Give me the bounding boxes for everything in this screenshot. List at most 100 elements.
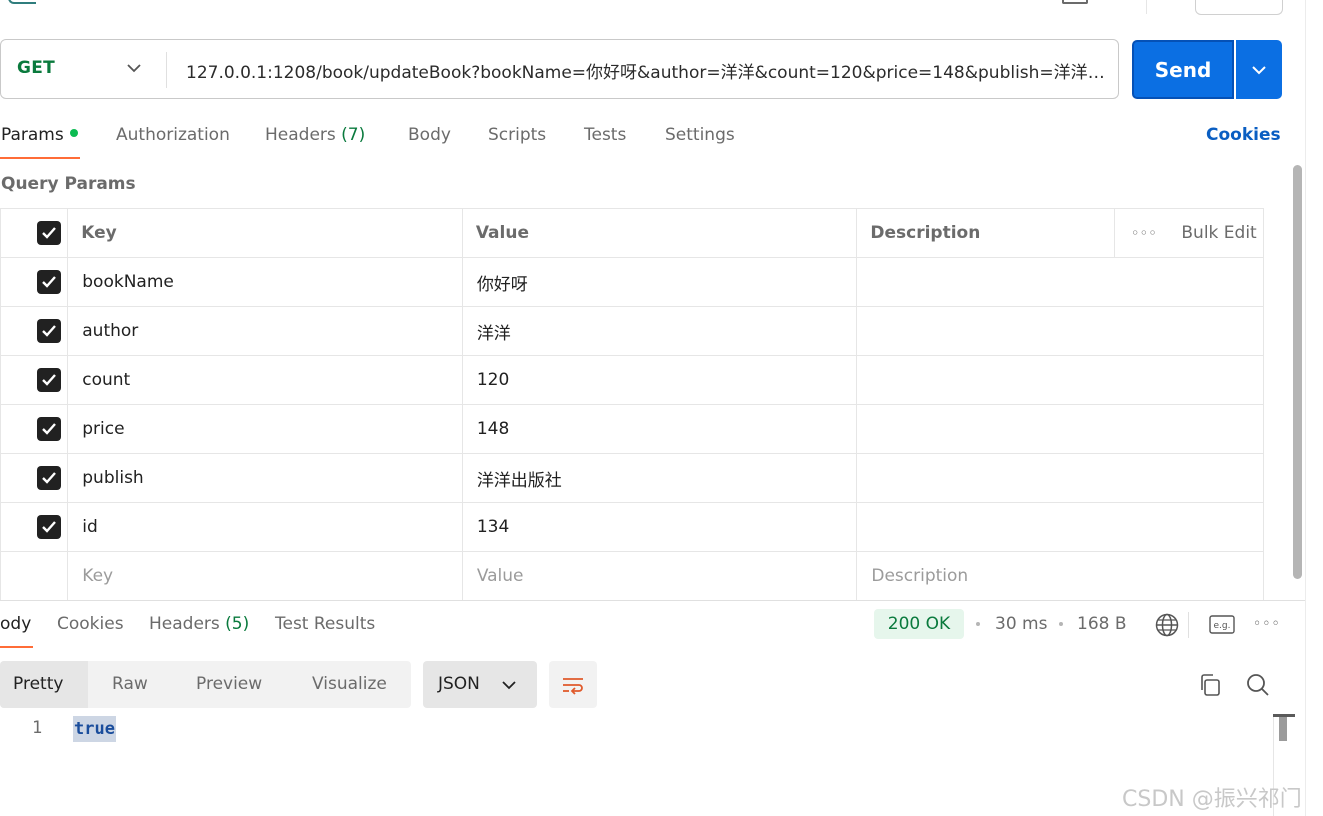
table-row: publish 洋洋出版社 [0,453,1264,503]
param-description[interactable] [856,306,1264,356]
send-options-button[interactable] [1236,40,1282,99]
column-description: Description [870,223,981,243]
new-description-input[interactable]: Description [857,566,968,586]
param-description[interactable] [856,355,1264,405]
chevron-down-icon[interactable] [126,62,142,74]
param-description[interactable] [856,453,1264,503]
column-value: Value [475,223,529,243]
tab-active-underline [0,157,80,159]
response-tab-headers[interactable]: Headers (5) [149,614,249,634]
param-description[interactable] [856,257,1264,307]
table-row: count 120 [0,355,1264,405]
param-description[interactable] [856,502,1264,552]
row-checkbox[interactable] [37,270,61,294]
param-value[interactable]: 148 [463,419,509,439]
view-pretty[interactable]: Pretty [13,674,63,694]
tab-settings[interactable]: Settings [665,125,735,145]
wrap-lines-button[interactable] [549,661,597,708]
format-label: JSON [438,674,480,694]
toolbar-divider [1146,0,1147,14]
send-button[interactable]: Send [1132,40,1234,99]
select-all-cell [0,208,69,258]
url-input[interactable]: 127.0.0.1:1208/book/updateBook?bookName=… [186,58,1110,83]
table-row: bookName 你好呀 [0,257,1264,307]
row-checkbox[interactable] [37,417,61,441]
select-all-checkbox[interactable] [37,221,61,245]
query-params-table: Key Value Description ◦◦◦ Bulk Edit book… [0,208,1264,601]
response-size[interactable]: 168 B [1077,614,1127,634]
globe-icon[interactable] [1155,613,1179,637]
back-arrow-icon[interactable] [8,0,36,4]
param-value[interactable]: 洋洋出版社 [463,471,562,491]
meta-divider [1188,612,1189,638]
check-icon [42,521,56,533]
more-options-icon[interactable]: ◦◦◦ [1131,226,1157,240]
save-example-icon[interactable]: e.g. [1209,614,1235,636]
response-tab-underline [0,646,33,648]
params-active-dot [69,129,78,137]
query-params-title: Query Params [1,174,136,194]
vertical-scrollbar[interactable] [1293,165,1302,579]
table-row: id 134 [0,502,1264,552]
bulk-edit-button[interactable]: Bulk Edit [1181,223,1256,243]
response-time[interactable]: 30 ms [995,614,1047,634]
param-value[interactable]: 134 [463,517,509,537]
view-raw[interactable]: Raw [112,674,148,694]
tab-headers[interactable]: Headers (7) [265,125,365,145]
param-value[interactable]: 120 [463,370,509,390]
tab-tests[interactable]: Tests [584,125,626,145]
more-options-icon[interactable]: ◦◦◦ [1253,616,1281,632]
chevron-down-icon [1252,65,1266,74]
row-checkbox[interactable] [37,466,61,490]
param-key[interactable]: price [68,419,124,439]
new-value-input[interactable]: Value [463,566,524,586]
response-tab-test-results[interactable]: Test Results [275,614,375,634]
tab-params-label: Params [1,125,64,145]
cookies-link[interactable]: Cookies [1206,125,1281,145]
chevron-down-icon [502,681,516,690]
row-checkbox[interactable] [37,368,61,392]
param-key[interactable]: author [68,321,138,341]
separator-dot [1059,622,1063,626]
view-preview[interactable]: Preview [196,674,262,694]
table-row: price 148 [0,404,1264,454]
status-badge[interactable]: 200 OK [874,609,964,639]
tab-scripts[interactable]: Scripts [488,125,546,145]
save-icon[interactable] [1062,0,1088,4]
tab-body[interactable]: Body [408,125,451,145]
table-header-row: Key Value Description ◦◦◦ Bulk Edit [0,208,1264,258]
check-icon [42,325,56,337]
watermark: CSDN @振兴祁门 [1122,787,1302,812]
table-row-new: Key Value Description [0,551,1264,601]
param-key[interactable]: bookName [68,272,174,292]
method-select[interactable]: GET [17,58,55,78]
check-icon [42,472,56,484]
param-key[interactable]: count [68,370,130,390]
check-icon [42,276,56,288]
param-key[interactable]: id [68,517,98,537]
check-icon [42,423,56,435]
table-row: author 洋洋 [0,306,1264,356]
response-headers-label: Headers [149,614,220,634]
search-icon[interactable] [1246,673,1270,697]
check-icon [42,227,56,239]
param-value[interactable]: 你好呀 [463,275,528,295]
param-value[interactable]: 洋洋 [463,324,511,344]
tab-params[interactable]: Params [1,125,78,145]
tab-authorization[interactable]: Authorization [116,125,230,145]
view-visualize[interactable]: Visualize [312,674,387,694]
new-key-input[interactable]: Key [68,566,113,586]
response-body-value[interactable]: true [73,716,116,742]
row-checkbox[interactable] [37,515,61,539]
share-button[interactable] [1195,0,1283,15]
response-tab-body[interactable]: ody [0,614,31,634]
row-checkbox[interactable] [37,319,61,343]
method-divider [166,52,167,88]
code-scrollbar[interactable] [1279,717,1287,741]
response-divider[interactable] [0,600,1305,601]
param-key[interactable]: publish [68,468,143,488]
param-description[interactable] [856,404,1264,454]
check-icon [42,374,56,386]
response-tab-cookies[interactable]: Cookies [57,614,124,634]
copy-icon[interactable] [1198,673,1222,697]
